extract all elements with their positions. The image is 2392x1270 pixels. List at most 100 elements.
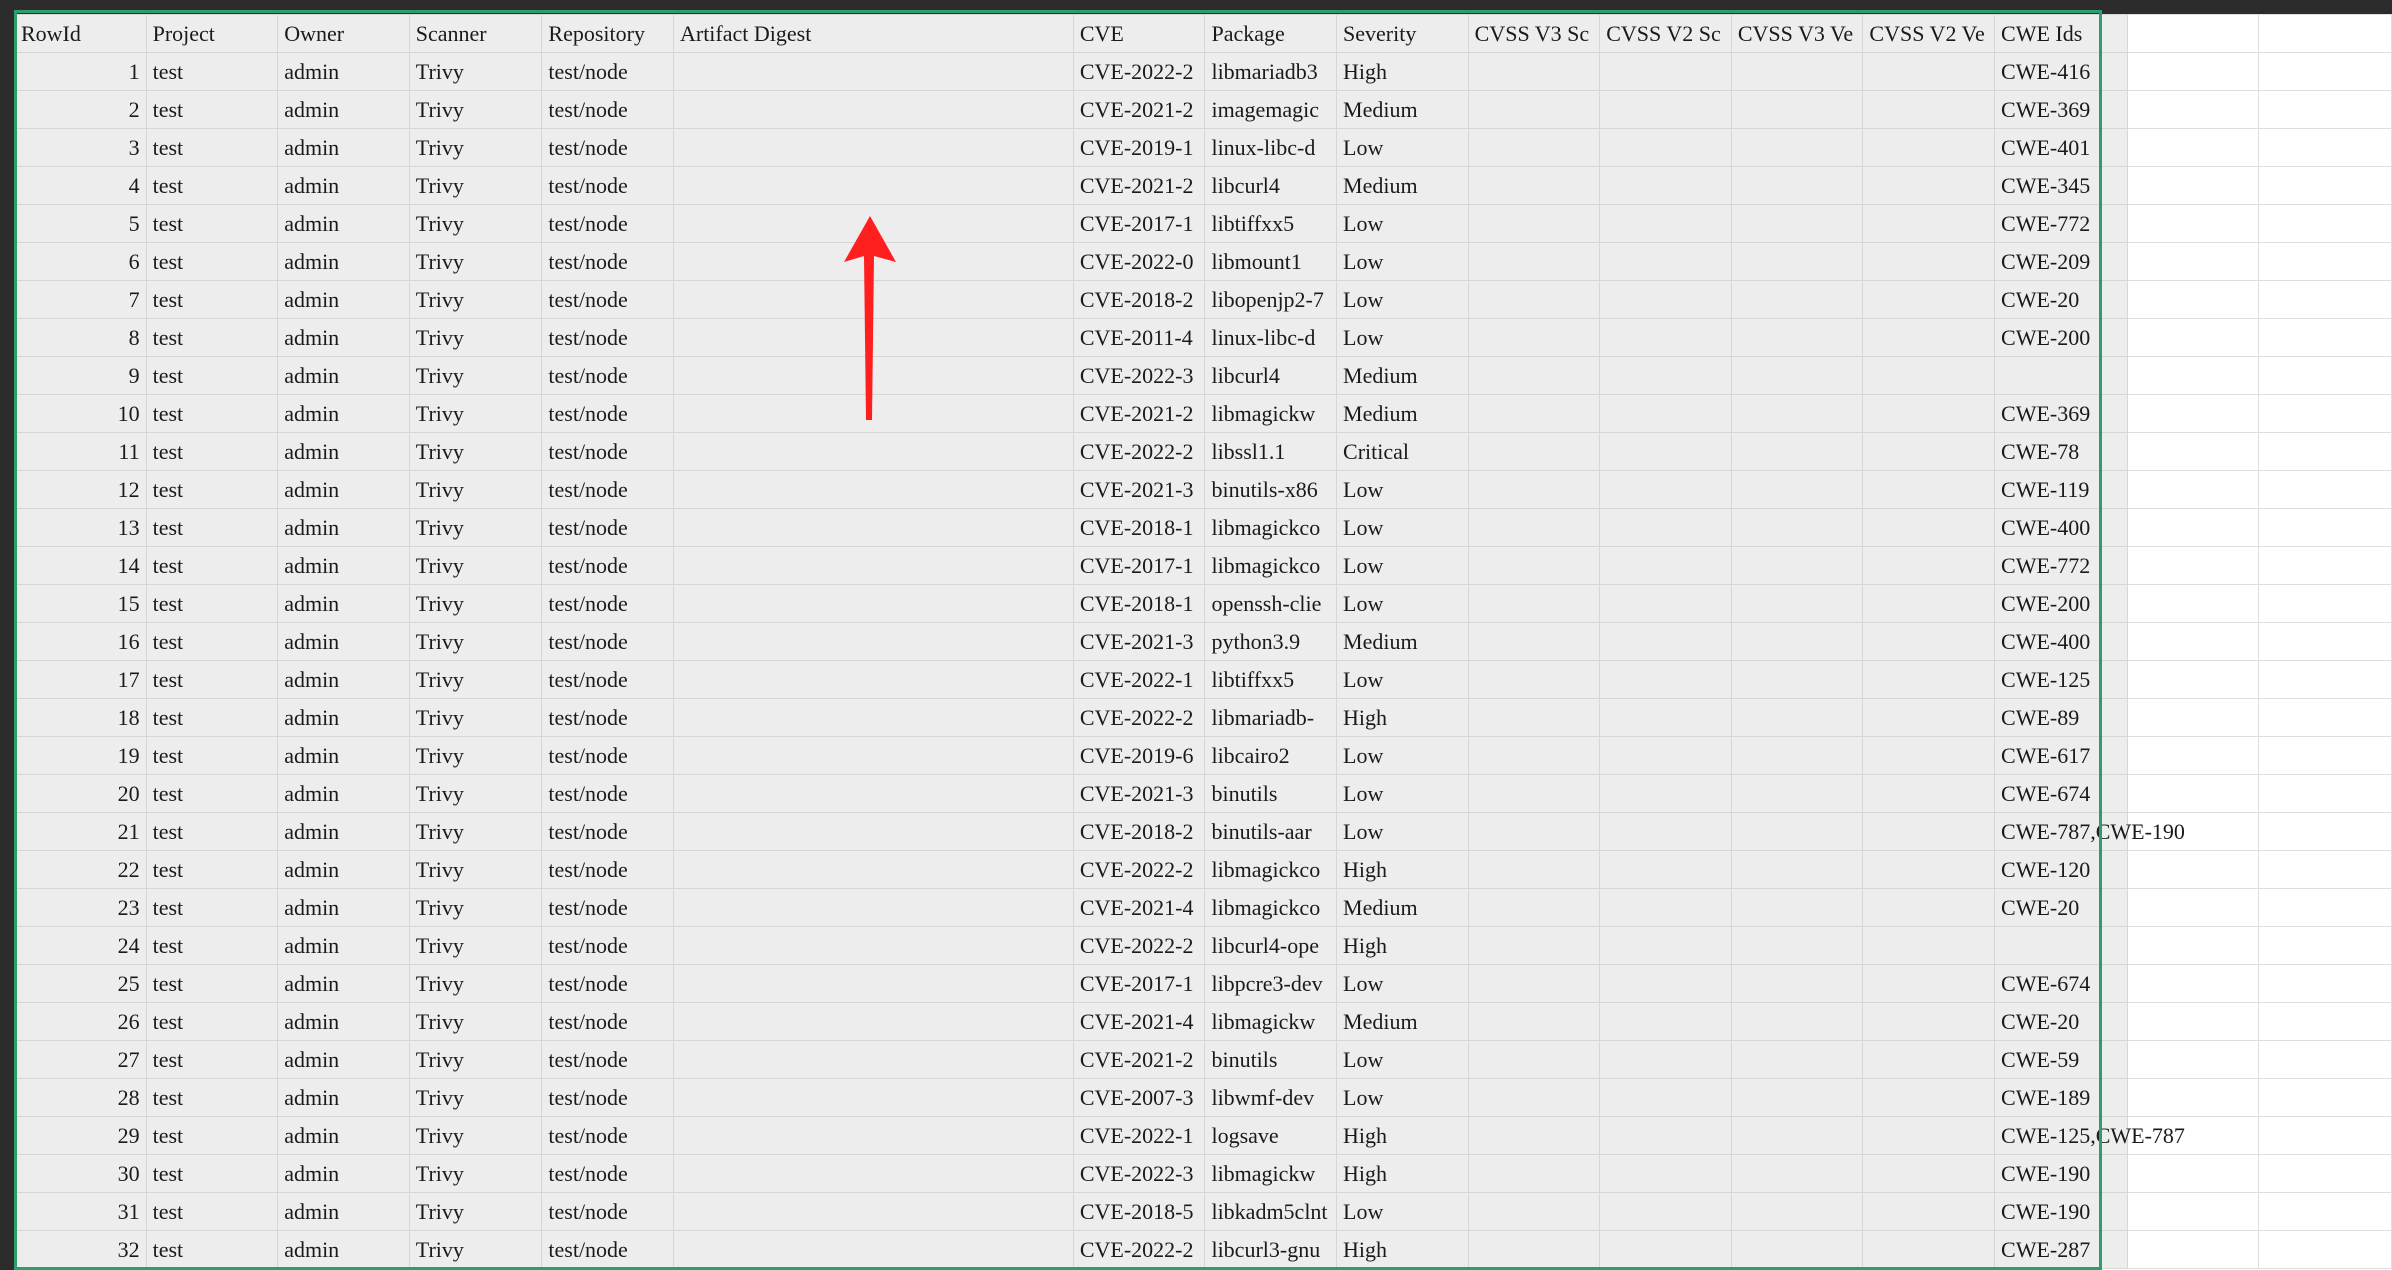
cvss2s-cell[interactable] <box>1599 1116 1732 1155</box>
package-cell[interactable]: libmount1 <box>1204 242 1338 281</box>
project-cell[interactable]: test <box>145 812 279 851</box>
owner-cell[interactable]: admin <box>277 736 410 775</box>
cvss2s-cell[interactable] <box>1599 660 1732 699</box>
project-cell[interactable]: test <box>145 470 279 509</box>
cwe-cell[interactable]: CWE-190 <box>1994 1192 2128 1231</box>
row-id-cell[interactable]: 32 <box>14 1230 147 1269</box>
cve-cell[interactable]: CVE-2021-3 <box>1072 622 1206 661</box>
cvss3v-cell[interactable] <box>1730 1116 1864 1155</box>
cvss2v-cell[interactable] <box>1862 926 1996 965</box>
cwe-cell[interactable]: CWE-369 <box>1994 394 2128 433</box>
severity-cell[interactable]: Low <box>1336 774 1469 813</box>
cvss2v-cell[interactable] <box>1862 1154 1996 1193</box>
cvss3v-cell[interactable] <box>1730 1192 1864 1231</box>
project-cell[interactable]: test <box>145 1230 279 1269</box>
cwe-cell[interactable]: CWE-78 <box>1994 432 2128 471</box>
row-id-cell[interactable]: 18 <box>14 698 147 737</box>
row-id-cell[interactable]: 14 <box>14 546 147 585</box>
cvss2s-cell[interactable] <box>1599 774 1732 813</box>
cvss3s-cell[interactable] <box>1467 850 1601 889</box>
owner-cell[interactable]: admin <box>277 356 410 395</box>
row-id-cell[interactable]: 25 <box>14 964 147 1003</box>
cvss3s-cell[interactable] <box>1467 128 1601 167</box>
cvss2s-cell[interactable] <box>1599 508 1732 547</box>
cwe-cell[interactable]: CWE-400 <box>1994 622 2128 661</box>
row-id-cell[interactable]: 13 <box>14 508 147 547</box>
scanner-cell[interactable]: Trivy <box>408 470 543 509</box>
owner-cell[interactable]: admin <box>277 242 410 281</box>
cve-cell[interactable]: CVE-2018-1 <box>1072 508 1206 547</box>
severity-cell[interactable]: Low <box>1336 736 1469 775</box>
cwe-cell[interactable]: CWE-674 <box>1994 964 2128 1003</box>
cvss3v-cell[interactable] <box>1730 90 1864 129</box>
repository-cell[interactable]: test/node <box>541 1230 674 1269</box>
repository-cell[interactable]: test/node <box>541 850 674 889</box>
empty-cell[interactable] <box>2258 90 2392 129</box>
scanner-cell[interactable]: Trivy <box>408 736 543 775</box>
owner-cell[interactable]: admin <box>277 698 410 737</box>
owner-cell[interactable]: admin <box>277 128 410 167</box>
cvss2v-cell[interactable] <box>1862 1040 1996 1079</box>
cve-cell[interactable]: CVE-2021-2 <box>1072 166 1206 205</box>
scanner-cell[interactable]: Trivy <box>408 812 543 851</box>
owner-cell[interactable]: admin <box>277 622 410 661</box>
package-cell[interactable]: libmagickw <box>1204 1002 1338 1041</box>
repository-cell[interactable]: test/node <box>541 432 674 471</box>
project-cell[interactable]: test <box>145 508 279 547</box>
empty-cell[interactable] <box>2258 774 2392 813</box>
digest-cell[interactable] <box>672 660 1074 699</box>
repository-cell[interactable]: test/node <box>541 166 674 205</box>
row-id-cell[interactable]: 20 <box>14 774 147 813</box>
cvss2s-cell[interactable] <box>1599 52 1732 91</box>
scanner-cell[interactable]: Trivy <box>408 318 543 357</box>
repository-cell[interactable]: test/node <box>541 508 674 547</box>
cvss3s-cell[interactable] <box>1467 1116 1601 1155</box>
severity-cell[interactable]: Medium <box>1336 622 1469 661</box>
cvss2s-cell[interactable] <box>1599 546 1732 585</box>
empty-cell[interactable] <box>2258 52 2392 91</box>
cvss3v-cell[interactable] <box>1730 242 1864 281</box>
empty-cell[interactable] <box>2258 888 2392 927</box>
owner-cell[interactable]: admin <box>277 470 410 509</box>
column-header[interactable]: CWE Ids <box>1994 14 2128 53</box>
severity-cell[interactable]: Low <box>1336 1078 1469 1117</box>
scanner-cell[interactable]: Trivy <box>408 1078 543 1117</box>
project-cell[interactable]: test <box>145 318 279 357</box>
package-cell[interactable]: libmagickw <box>1204 394 1338 433</box>
owner-cell[interactable]: admin <box>277 926 410 965</box>
empty-cell[interactable] <box>2126 356 2260 395</box>
cvss3s-cell[interactable] <box>1467 318 1601 357</box>
cvss3s-cell[interactable] <box>1467 394 1601 433</box>
empty-cell[interactable] <box>2126 14 2260 53</box>
cvss3s-cell[interactable] <box>1467 470 1601 509</box>
cvss3s-cell[interactable] <box>1467 432 1601 471</box>
cvss2s-cell[interactable] <box>1599 470 1732 509</box>
cvss3v-cell[interactable] <box>1730 926 1864 965</box>
package-cell[interactable]: imagemagic <box>1204 90 1338 129</box>
digest-cell[interactable] <box>672 1154 1074 1193</box>
package-cell[interactable]: libkadm5clnt <box>1204 1192 1338 1231</box>
package-cell[interactable]: libmariadb3 <box>1204 52 1338 91</box>
empty-cell[interactable] <box>2258 166 2392 205</box>
severity-cell[interactable]: Low <box>1336 280 1469 319</box>
cvss3v-cell[interactable] <box>1730 52 1864 91</box>
cvss3s-cell[interactable] <box>1467 90 1601 129</box>
cvss3s-cell[interactable] <box>1467 356 1601 395</box>
cve-cell[interactable]: CVE-2018-5 <box>1072 1192 1206 1231</box>
row-id-cell[interactable]: 22 <box>14 850 147 889</box>
package-cell[interactable]: binutils <box>1204 1040 1338 1079</box>
repository-cell[interactable]: test/node <box>541 242 674 281</box>
row-id-cell[interactable]: 8 <box>14 318 147 357</box>
empty-cell[interactable] <box>2258 470 2392 509</box>
owner-cell[interactable]: admin <box>277 1154 410 1193</box>
digest-cell[interactable] <box>672 1192 1074 1231</box>
repository-cell[interactable]: test/node <box>541 584 674 623</box>
severity-cell[interactable]: Low <box>1336 584 1469 623</box>
repository-cell[interactable]: test/node <box>541 774 674 813</box>
package-cell[interactable]: libcurl4-ope <box>1204 926 1338 965</box>
repository-cell[interactable]: test/node <box>541 394 674 433</box>
cve-cell[interactable]: CVE-2022-3 <box>1072 1154 1206 1193</box>
cvss3s-cell[interactable] <box>1467 508 1601 547</box>
cve-cell[interactable]: CVE-2018-2 <box>1072 812 1206 851</box>
cve-cell[interactable]: CVE-2018-2 <box>1072 280 1206 319</box>
